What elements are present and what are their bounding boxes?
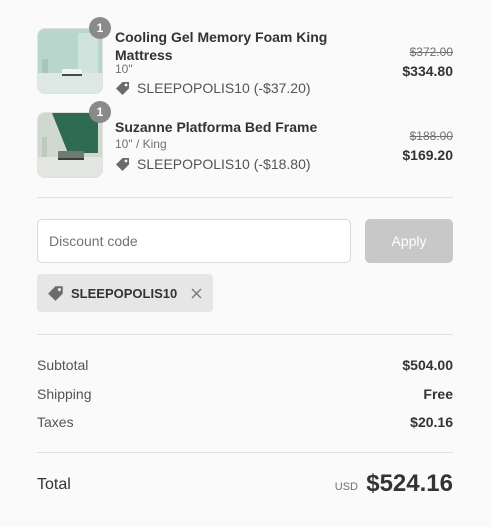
- product-variant: 10": [115, 62, 133, 76]
- tag-icon: [115, 156, 131, 172]
- original-price: $188.00: [409, 129, 453, 143]
- shipping-label: Shipping: [37, 386, 92, 402]
- product-variant: 10" / King: [115, 137, 167, 151]
- quantity-badge: 1: [89, 101, 111, 123]
- total-value: $524.16: [366, 470, 453, 497]
- product-name: Suzanne Platforma Bed Frame: [115, 119, 318, 135]
- tag-icon: [115, 80, 131, 96]
- close-icon[interactable]: [191, 288, 202, 299]
- apply-button[interactable]: Apply: [365, 219, 453, 263]
- total-currency: USD: [334, 481, 358, 493]
- original-price: $372.00: [409, 45, 453, 59]
- product-thumbnail: [37, 112, 103, 178]
- item-price: $334.80: [402, 63, 453, 79]
- taxes-value: $20.16: [410, 414, 453, 430]
- item-price: $169.20: [402, 147, 453, 163]
- total-label: Total: [37, 476, 71, 493]
- quantity-badge: 1: [89, 17, 111, 39]
- divider: [37, 452, 453, 453]
- discount-code-input[interactable]: Discount code: [37, 219, 351, 263]
- line-item: 1 Cooling Gel Memory Foam King Mattress …: [37, 17, 453, 96]
- item-discount-text: SLEEPOPOLIS10 (-$18.80): [137, 156, 311, 172]
- shipping-value: Free: [423, 386, 453, 402]
- line-item: 1 Suzanne Platforma Bed Frame 10" / King…: [37, 101, 453, 178]
- divider: [37, 334, 453, 335]
- product-name: Cooling Gel Memory Foam King Mattress: [115, 29, 328, 63]
- applied-discount-code: SLEEPOPOLIS10: [71, 285, 178, 301]
- item-discount: SLEEPOPOLIS10 (-$37.20): [115, 80, 311, 96]
- product-thumbnail: [37, 28, 103, 94]
- applied-discount-chip: SLEEPOPOLIS10: [37, 274, 213, 312]
- tag-icon: [47, 284, 65, 302]
- subtotal-value: $504.00: [402, 357, 453, 373]
- divider: [37, 197, 453, 198]
- subtotal-label: Subtotal: [37, 357, 89, 373]
- item-discount-text: SLEEPOPOLIS10 (-$37.20): [137, 80, 311, 96]
- item-discount: SLEEPOPOLIS10 (-$18.80): [115, 156, 311, 172]
- taxes-label: Taxes: [37, 414, 74, 430]
